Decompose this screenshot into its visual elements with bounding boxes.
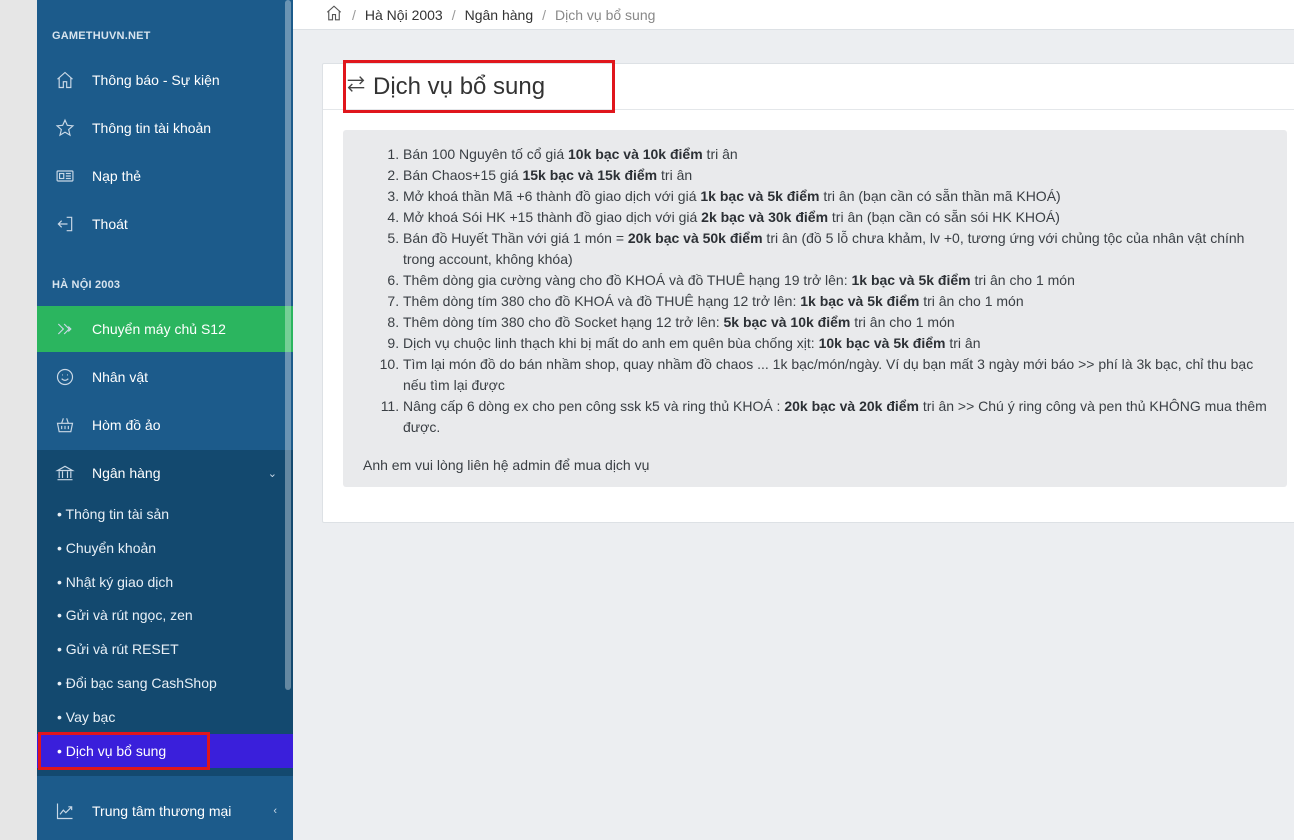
service-text: tri ân (bạn cần có sẵn thần mã KHOÁ) [819, 188, 1061, 204]
submenu-item-extra-services[interactable]: • Dịch vụ bổ sung [37, 734, 293, 768]
home-icon[interactable] [325, 4, 343, 25]
service-price: 15k bạc và 15k điểm [522, 167, 658, 183]
page-title: Dịch vụ bổ sung [373, 72, 546, 100]
sidebar-section-header: HÀ NỘI 2003 [52, 279, 121, 291]
service-price: 1k bạc và 5k điểm [851, 272, 971, 288]
service-text: tri ân (bạn cần có sẵn sói HK KHOÁ) [828, 209, 1060, 225]
sidebar-item-transfer-server[interactable]: Chuyển máy chủ S12 [37, 306, 293, 352]
service-text: tri ân [657, 167, 693, 183]
service-item: Mở khoá thần Mã +6 thành đồ giao dịch vớ… [403, 186, 1267, 207]
service-text: Bán 100 Nguyên tố cổ giá [403, 146, 569, 162]
service-price: 2k bạc và 30k điểm [701, 209, 829, 225]
service-item: Thêm dòng tím 380 cho đồ KHOÁ và đồ THUÊ… [403, 291, 1267, 312]
sidebar-item-label: Thoát [92, 216, 128, 232]
service-text: Bán Chaos+15 giá [403, 167, 523, 183]
breadcrumb-separator: / [352, 6, 356, 23]
services-card: Dịch vụ bổ sung Bán 100 Nguyên tố cổ giá… [322, 63, 1294, 523]
logout-icon [54, 213, 76, 235]
breadcrumb-separator: / [542, 6, 547, 23]
sidebar-item-virtual-chest[interactable]: Hòm đồ ảo [37, 402, 293, 448]
service-price: 5k bạc và 10k điểm [723, 314, 851, 330]
service-item: Bán đồ Huyết Thần với giá 1 món = 20k bạ… [403, 228, 1267, 270]
service-text: tri ân [945, 335, 981, 351]
sidebar-section-header: GAMETHUVN.NET [52, 30, 151, 42]
service-text: Thêm dòng tím 380 cho đồ KHOÁ và đồ THUÊ… [403, 293, 801, 309]
sidebar-item-label: Nạp thẻ [92, 168, 142, 184]
service-item: Tìm lại món đồ do bán nhầm shop, quay nh… [403, 354, 1267, 396]
service-text: Mở khoá thần Mã +6 thành đồ giao dịch vớ… [403, 188, 701, 204]
star-icon [54, 117, 76, 139]
service-item: Bán Chaos+15 giá 15k bạc và 15k điểm tri… [403, 165, 1267, 186]
service-item: Mở khoá Sói HK +15 thành đồ giao dịch vớ… [403, 207, 1267, 228]
bank-submenu: • Thông tin tài sản • Chuyển khoản • Nhậ… [37, 496, 293, 776]
breadcrumb-item-bank[interactable]: Ngân hàng [465, 7, 534, 23]
breadcrumb-item-current: Dịch vụ bổ sung [555, 6, 656, 23]
service-item: Bán 100 Nguyên tố cổ giá 10k bạc và 10k … [403, 144, 1267, 165]
sidebar-item-trade-center[interactable]: Trung tâm thương mại ‹ [37, 788, 293, 834]
sidebar: GAMETHUVN.NET Thông báo - Sự kiện Thông … [37, 0, 293, 840]
basket-icon [54, 414, 76, 436]
breadcrumb: / Hà Nội 2003 / Ngân hàng / Dịch vụ bổ s… [293, 0, 1294, 30]
submenu-item-transfer[interactable]: • Chuyển khoản [37, 533, 293, 563]
service-text: tri ân cho 1 món [850, 314, 955, 330]
service-text: Mở khoá Sói HK +15 thành đồ giao dịch vớ… [403, 209, 702, 225]
card-icon [54, 165, 76, 187]
service-text: Bán đồ Huyết Thần với giá 1 món = [403, 230, 628, 246]
chart-icon [54, 800, 76, 822]
service-price: 20k bạc và 50k điểm [627, 230, 763, 246]
service-text: tri ân cho 1 món [919, 293, 1024, 309]
sidebar-item-label: Thông báo - Sự kiện [92, 72, 220, 88]
sidebar-item-topup[interactable]: Nạp thẻ [37, 153, 293, 199]
service-price: 10k bạc và 5k điểm [818, 335, 946, 351]
service-item: Thêm dòng tím 380 cho đồ Socket hạng 12 … [403, 312, 1267, 333]
double-chevron-icon [54, 318, 76, 340]
chevron-left-icon: ‹ [273, 805, 277, 817]
sidebar-item-label: Chuyển máy chủ S12 [92, 321, 226, 337]
card-header: Dịch vụ bổ sung [323, 64, 1294, 110]
service-item: Dịch vụ chuộc linh thạch khi bị mất do a… [403, 333, 1267, 354]
service-item: Thêm dòng gia cường vàng cho đồ KHOÁ và … [403, 270, 1267, 291]
bank-icon [54, 462, 76, 484]
sidebar-item-label: Nhân vật [92, 369, 149, 385]
sidebar-item-announcements[interactable]: Thông báo - Sự kiện [37, 57, 293, 103]
home-icon [54, 69, 76, 91]
service-price: 1k bạc và 5k điểm [800, 293, 920, 309]
service-text: tri ân cho 1 món [970, 272, 1075, 288]
service-item: Nâng cấp 6 dòng ex cho pen công ssk k5 v… [403, 396, 1267, 438]
service-price: 10k bạc và 10k điểm [568, 146, 703, 162]
smile-icon [54, 366, 76, 388]
services-list: Bán 100 Nguyên tố cổ giá 10k bạc và 10k … [363, 144, 1267, 438]
service-text: tri ân [702, 146, 738, 162]
service-text: Tìm lại món đồ do bán nhầm shop, quay nh… [403, 356, 1254, 393]
sidebar-item-logout[interactable]: Thoát [37, 201, 293, 247]
service-text: Nâng cấp 6 dòng ex cho pen công ssk k5 v… [403, 398, 785, 414]
footer-note: Anh em vui lòng liên hệ admin để mua dịc… [363, 457, 650, 473]
services-content: Bán 100 Nguyên tố cổ giá 10k bạc và 10k … [343, 130, 1287, 487]
submenu-item-loan[interactable]: • Vay bạc [37, 702, 293, 732]
service-text: Thêm dòng tím 380 cho đồ Socket hạng 12 … [403, 314, 724, 330]
sidebar-item-bank[interactable]: Ngân hàng ⌄ [37, 450, 293, 496]
sidebar-item-character[interactable]: Nhân vật [37, 354, 293, 400]
sidebar-item-label: Ngân hàng [92, 465, 161, 481]
sidebar-item-label: Hòm đồ ảo [92, 417, 161, 433]
left-gutter [0, 0, 37, 840]
chevron-down-icon: ⌄ [267, 467, 277, 480]
swap-arrows-icon [345, 73, 367, 100]
sidebar-scrollbar[interactable] [285, 0, 291, 690]
breadcrumb-item-server[interactable]: Hà Nội 2003 [365, 7, 443, 23]
service-price: 1k bạc và 5k điểm [700, 188, 820, 204]
submenu-item-deposit-reset[interactable]: • Gửi và rút RESET [37, 634, 293, 664]
sidebar-item-label: Thông tin tài khoản [92, 120, 212, 136]
breadcrumb-separator: / [451, 6, 456, 23]
submenu-item-cashshop[interactable]: • Đổi bạc sang CashShop [37, 668, 293, 698]
submenu-item-deposit-jewel[interactable]: • Gửi và rút ngọc, zen [37, 600, 293, 630]
service-price: 20k bạc và 20k điểm [784, 398, 919, 414]
sidebar-item-label: Trung tâm thương mại [92, 803, 232, 819]
submenu-item-transaction-log[interactable]: • Nhật ký giao dịch [37, 567, 293, 597]
service-text: Thêm dòng gia cường vàng cho đồ KHOÁ và … [403, 272, 852, 288]
sidebar-item-account-info[interactable]: Thông tin tài khoản [37, 105, 293, 151]
submenu-item-assets[interactable]: • Thông tin tài sản [37, 499, 293, 529]
service-text: Dịch vụ chuộc linh thạch khi bị mất do a… [403, 335, 819, 351]
